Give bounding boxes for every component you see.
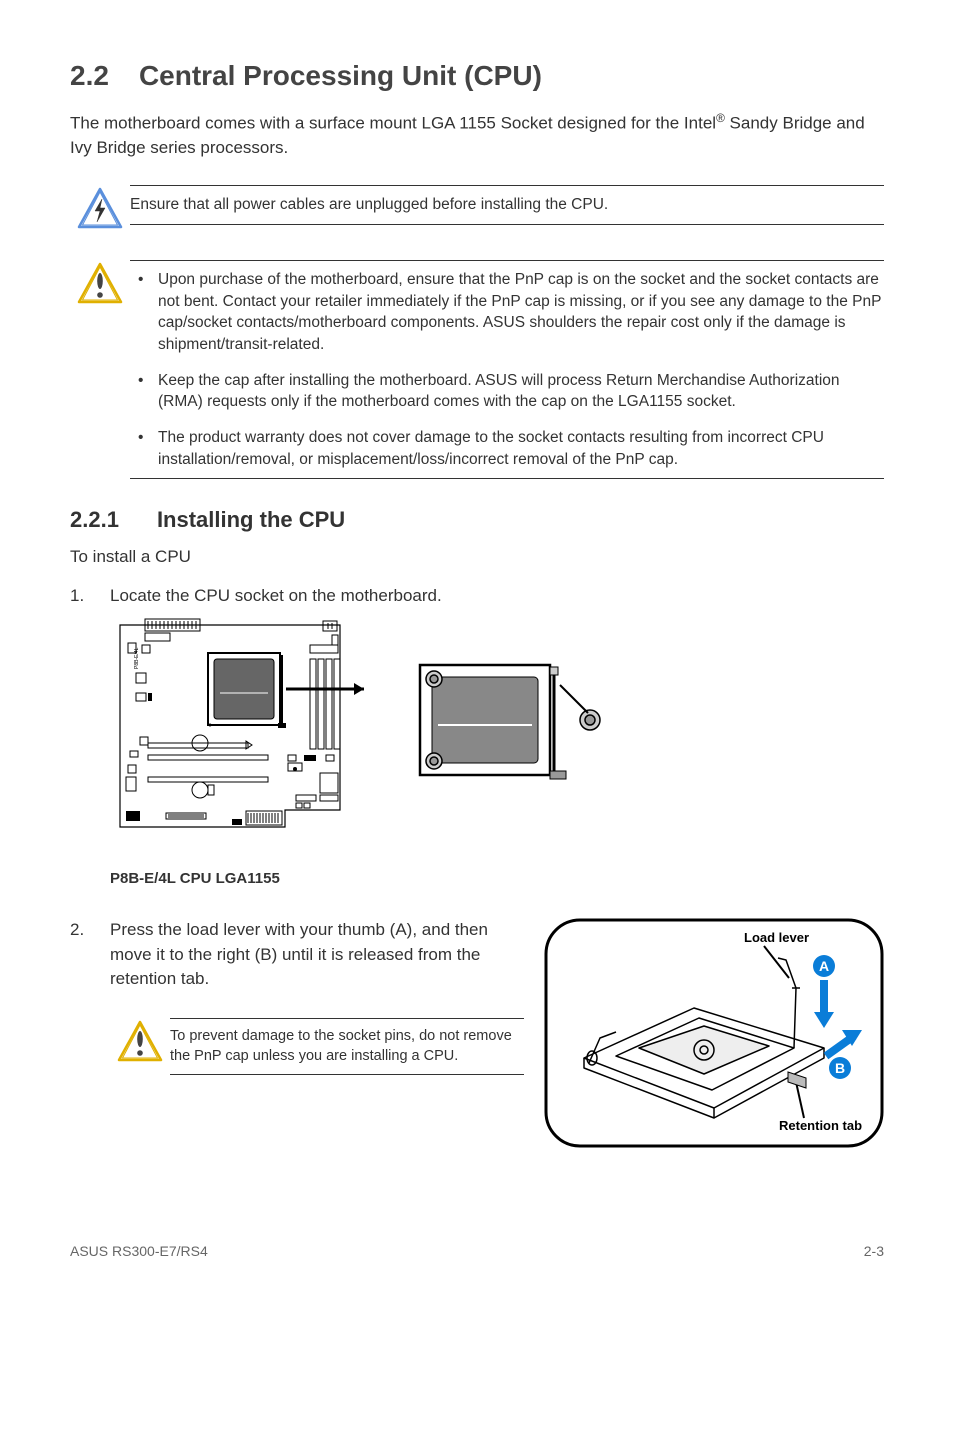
lightning-icon — [77, 187, 123, 238]
retention-tab-label: Retention tab — [779, 1118, 862, 1133]
page-footer: ASUS RS300-E7/RS4 2-3 — [70, 1233, 884, 1259]
small-caution-box: To prevent damage to the socket pins, do… — [70, 1018, 524, 1075]
exclaim-icon — [77, 262, 123, 313]
section-title: Central Processing Unit (CPU) — [139, 60, 542, 91]
label-a: A — [819, 958, 829, 974]
step-1: Locate the CPU socket on the motherboard… — [70, 584, 884, 890]
caution-item: Upon purchase of the motherboard, ensure… — [130, 269, 884, 356]
svg-text:P8B-E/4L: P8B-E/4L — [134, 647, 140, 669]
subsection-heading: Installing the CPU — [157, 507, 345, 532]
step-2-text: Press the load lever with your thumb (A)… — [110, 920, 488, 988]
step-1-text: Locate the CPU socket on the motherboard… — [110, 586, 442, 605]
small-caution-text: To prevent damage to the socket pins, do… — [170, 1018, 524, 1075]
exclaim-icon — [117, 1020, 163, 1071]
page-title: 2.2 Central Processing Unit (CPU) — [70, 60, 884, 92]
warning-box: Ensure that all power cables are unplugg… — [70, 175, 884, 244]
label-b: B — [835, 1060, 845, 1076]
motherboard-diagram: P8B-E/4L — [110, 615, 370, 890]
section-number: 2.2 — [70, 60, 109, 91]
intro-paragraph: The motherboard comes with a surface mou… — [70, 110, 884, 161]
footer-left: ASUS RS300-E7/RS4 — [70, 1243, 208, 1259]
socket-closeup — [410, 655, 610, 793]
lever-diagram: Load lever A B Retention tab — [544, 918, 884, 1153]
step-2: Press the load lever with your thumb (A)… — [70, 918, 524, 992]
caution-list: Upon purchase of the motherboard, ensure… — [130, 269, 884, 471]
caution-box: Upon purchase of the motherboard, ensure… — [70, 250, 884, 486]
subsection-number: 2.2.1 — [70, 507, 119, 532]
subsection-title: 2.2.1 Installing the CPU — [70, 507, 884, 533]
load-lever-label: Load lever — [744, 930, 809, 945]
caution-item: Keep the cap after installing the mother… — [130, 370, 884, 413]
footer-right: 2-3 — [864, 1243, 884, 1259]
warning-text: Ensure that all power cables are unplugg… — [130, 185, 884, 225]
caution-item: The product warranty does not cover dama… — [130, 427, 884, 470]
preamble: To install a CPU — [70, 545, 884, 570]
figure-caption: P8B-E/4L CPU LGA1155 — [110, 868, 370, 890]
